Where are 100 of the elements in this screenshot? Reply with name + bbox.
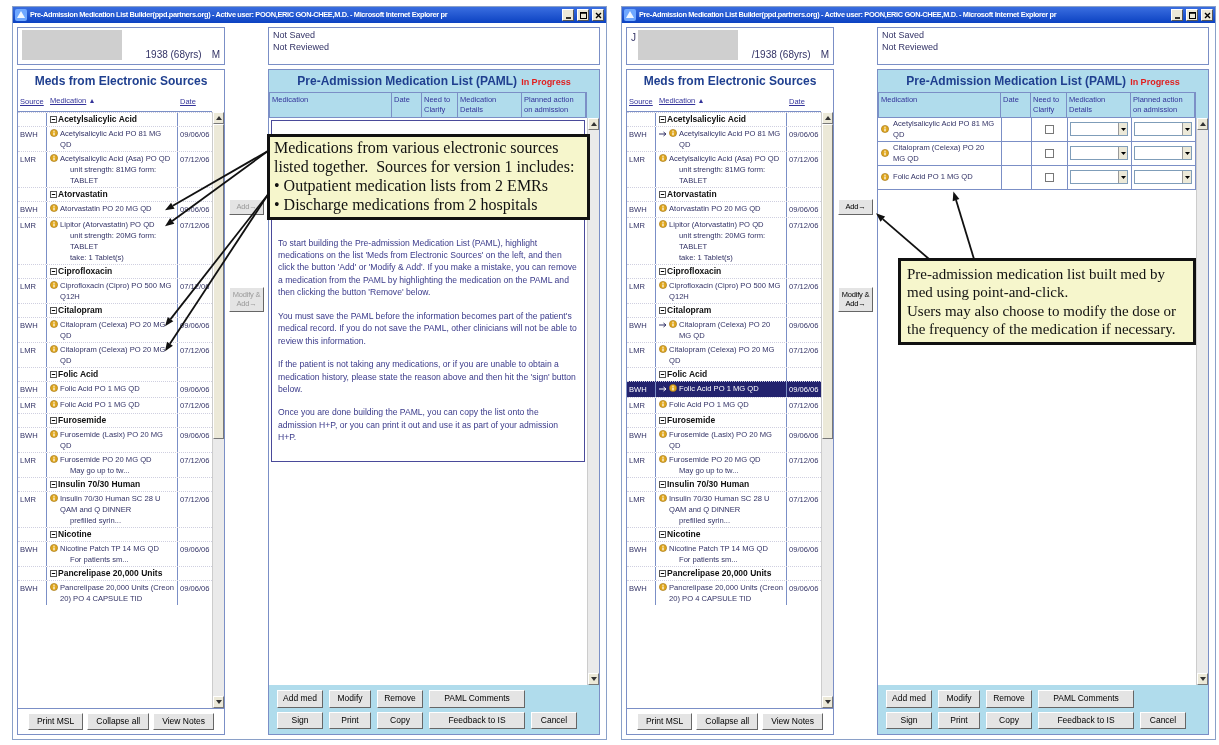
collapse-icon[interactable] [50,371,57,379]
info-icon [881,173,889,181]
collapse-icon[interactable] [659,570,666,578]
info-icon [669,384,677,393]
minimize-icon [564,17,572,19]
status-text: Not Reviewed [882,41,940,54]
action-button[interactable]: Sign [277,711,323,729]
collapse-icon[interactable] [50,531,57,539]
dropdown-field[interactable] [1070,170,1128,184]
clarify-checkbox[interactable] [1045,124,1054,134]
collapse-icon[interactable] [659,371,666,379]
collapse-icon[interactable] [659,307,666,315]
action-button[interactable]: Copy [377,711,423,729]
scroll-up-icon[interactable] [590,121,597,126]
action-button[interactable]: Feedback to IS [429,711,525,729]
caret-icon[interactable] [1120,175,1126,179]
scroll-up-icon[interactable] [824,116,831,121]
action-button[interactable]: Cancel [1140,711,1186,729]
action-button[interactable]: Remove [986,690,1032,708]
collapse-icon[interactable] [659,268,666,276]
instruction-text: To start building the Pre-admission Medication List (PAML), highlight medications on the list 'Meds from Electronic Sources' on the left, and then click the button 'Add' or 'Modify & Add'. If you make a mistake, you can remove a medication from the PAML by highlighting the medication on the PAML and then clicking the button 'Remove' below. [278,236,578,299]
minimize-button[interactable] [1171,9,1183,21]
action-button[interactable]: Print [329,711,371,729]
action-button[interactable]: Sign [886,711,932,729]
action-button[interactable]: Cancel [531,711,577,729]
collapse-icon[interactable] [659,531,666,539]
scroll-down-icon[interactable] [590,677,597,682]
info-icon [50,281,58,290]
maximize-button[interactable] [577,9,589,21]
toolbar-button[interactable]: Collapse all [696,712,759,730]
info-icon [50,583,58,592]
status-text: Not Saved [882,30,926,42]
toolbar-button[interactable]: Collapse all [87,712,150,730]
toolbar-button[interactable]: Print MSL [27,712,84,730]
action-button[interactable]: Modify [329,690,371,708]
info-icon [659,154,667,163]
group-name: Ciprofloxacin [58,266,113,277]
action-button[interactable]: Print [938,711,980,729]
scroll-up-icon[interactable] [215,116,222,121]
scroll-down-icon[interactable] [215,699,222,704]
arrow-icon [659,386,667,393]
collapse-icon[interactable] [659,481,666,489]
caret-icon[interactable] [1184,151,1190,155]
action-button[interactable]: Modify [938,690,980,708]
info-icon [50,154,58,163]
patient-sex: M [211,48,220,62]
toolbar-button[interactable]: View Notes [153,712,215,730]
collapse-icon[interactable] [659,191,666,199]
collapse-icon[interactable] [50,116,57,124]
scroll-up-icon[interactable] [1199,121,1206,126]
patient-birth-age: 1938 (68yrs) [145,48,202,62]
action-button[interactable]: Copy [986,711,1032,729]
caret-icon[interactable] [1120,151,1126,155]
scrollbar[interactable] [587,117,599,686]
action-button[interactable]: Add med [277,690,323,708]
dropdown-field[interactable] [1134,146,1192,160]
clarify-checkbox[interactable] [1045,172,1054,182]
collapse-icon[interactable] [50,417,57,425]
dropdown-field[interactable] [1070,146,1128,160]
action-button[interactable]: Feedback to IS [1038,711,1134,729]
scroll-down-icon[interactable] [1199,677,1206,682]
info-icon [659,220,667,229]
action-button[interactable]: PAML Comments [1038,690,1134,708]
caret-icon[interactable] [1184,175,1190,179]
collapse-icon[interactable] [50,268,57,276]
scrollbar[interactable] [821,112,833,708]
dropdown-field[interactable] [1134,122,1192,136]
action-button[interactable]: Add med [886,690,932,708]
group-name: Furosemide [667,415,716,426]
collapse-icon[interactable] [50,570,57,578]
info-icon [659,400,667,409]
close-button[interactable] [592,9,604,21]
toolbar-button[interactable]: Print MSL [636,712,693,730]
minimize-icon [1173,17,1181,19]
caret-icon[interactable] [1184,127,1190,131]
instruction-text: If the patient is not taking any medications, or if you are unable to obtain a medication history, please state the reason above and then hit the 'sign' button below. [278,358,577,396]
collapse-icon[interactable] [659,417,666,425]
group-name: Folic Acid [667,369,708,380]
scrollbar[interactable] [212,112,224,708]
collapse-icon[interactable] [50,191,57,199]
dropdown-field[interactable] [1134,170,1192,184]
collapse-icon[interactable] [50,307,57,315]
collapse-icon[interactable] [50,481,57,489]
info-icon [881,149,889,157]
action-button[interactable]: PAML Comments [429,690,525,708]
dropdown-field[interactable] [1070,122,1128,136]
toolbar-button[interactable]: View Notes [762,712,824,730]
info-icon [50,400,58,409]
status-text: Not Saved [273,30,317,42]
group-name: Acetylsalicylic Acid [667,114,747,125]
clarify-checkbox[interactable] [1045,148,1054,158]
close-button[interactable] [1201,9,1213,21]
minimize-button[interactable] [562,9,574,21]
scrollbar[interactable] [1196,117,1208,686]
collapse-icon[interactable] [659,116,666,124]
action-button[interactable]: Remove [377,690,423,708]
scroll-down-icon[interactable] [824,699,831,704]
caret-icon[interactable] [1120,127,1126,131]
maximize-button[interactable] [1186,9,1198,21]
patient-birth-age: /1938 (68yrs) [751,48,811,62]
